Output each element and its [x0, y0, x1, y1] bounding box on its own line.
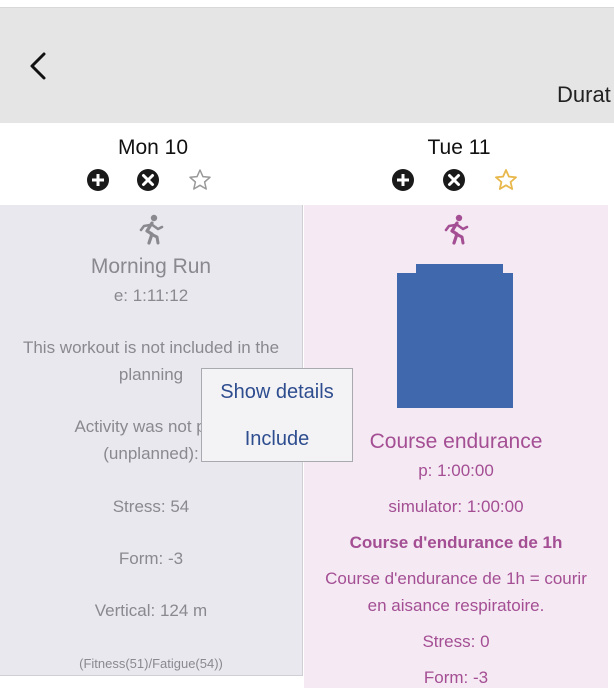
- planned-time: p: 1:00:00: [418, 461, 494, 480]
- simulator-time: simulator: 1:00:00: [388, 497, 524, 516]
- chevron-left-icon: [30, 52, 46, 80]
- show-details-menu-item[interactable]: Show details: [202, 381, 352, 404]
- day-label: Mon 10: [117, 136, 189, 159]
- running-person-icon: [444, 214, 469, 245]
- back-button[interactable]: [22, 50, 54, 82]
- running-person-icon: [139, 214, 164, 245]
- column-gap: [608, 205, 614, 688]
- star-icon[interactable]: [188, 168, 212, 192]
- page-title: Durat: [557, 82, 611, 107]
- form-value: Form: -3: [423, 668, 489, 687]
- day-label: Tue 11: [427, 136, 491, 159]
- day-header-mon: Mon 10: [0, 123, 306, 205]
- workout-image: [397, 264, 513, 408]
- notice-text-1: This workout is not included in the: [22, 338, 280, 357]
- stress-value: Stress: 54: [112, 497, 190, 516]
- description-2: en aisance respiratoire.: [367, 596, 545, 615]
- stress-value: Stress: 0: [422, 632, 490, 651]
- x-circle-icon[interactable]: [442, 168, 466, 192]
- fitness-fatigue: (Fitness(51)/Fatigue(54)): [79, 656, 223, 671]
- x-circle-icon[interactable]: [136, 168, 160, 192]
- star-icon[interactable]: [494, 168, 518, 192]
- form-value: Form: -3: [118, 549, 184, 568]
- vertical-value: Vertical: 124 m: [94, 601, 208, 620]
- day-header-tue: Tue 11: [306, 123, 612, 205]
- workout-subtitle: Course d'endurance de 1h: [349, 533, 563, 552]
- workout-time: e: 1:11:12: [113, 286, 189, 305]
- workout-title: Morning Run: [90, 255, 212, 278]
- context-menu: Show details Include: [201, 368, 353, 462]
- plus-circle-icon[interactable]: [391, 168, 415, 192]
- include-menu-item[interactable]: Include: [202, 428, 352, 451]
- description-1: Course d'endurance de 1h = courir: [325, 569, 587, 588]
- plus-circle-icon[interactable]: [86, 168, 110, 192]
- top-bar: Durat: [0, 7, 614, 123]
